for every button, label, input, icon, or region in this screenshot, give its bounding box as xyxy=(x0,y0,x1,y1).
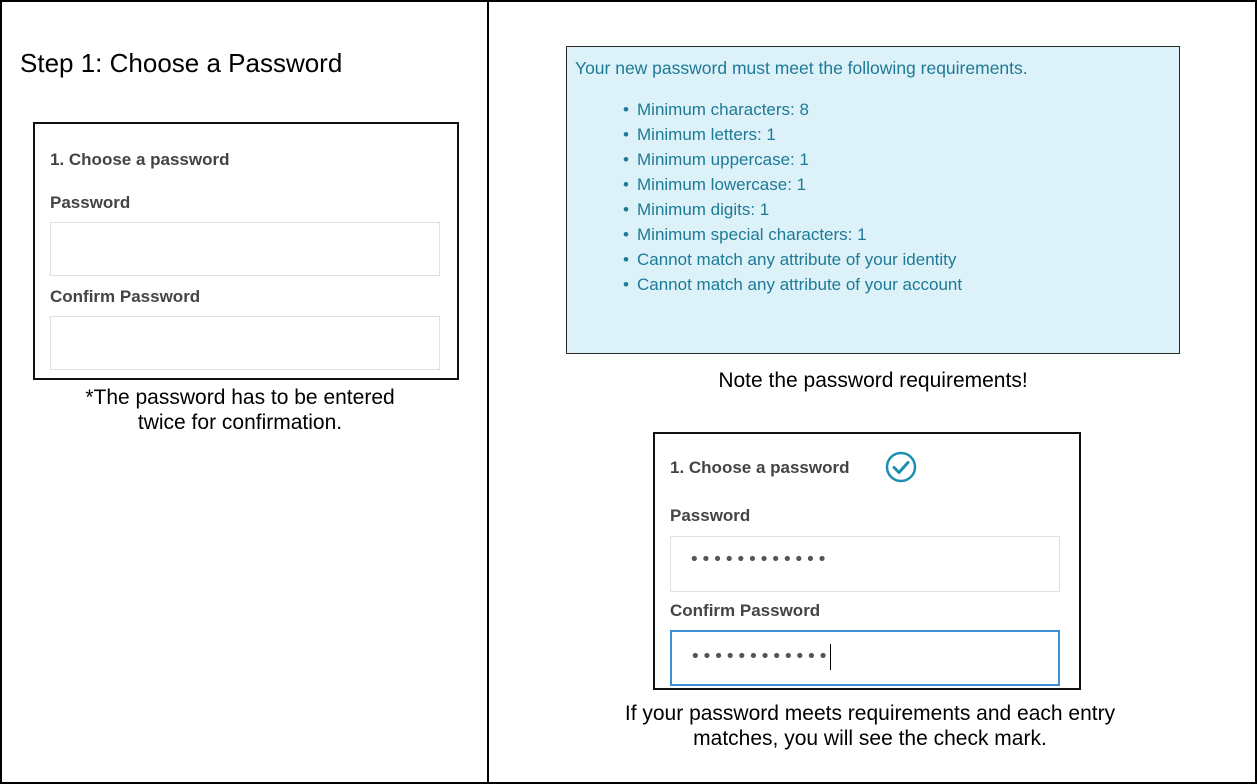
left-caption-line2: twice for confirmation. xyxy=(137,411,343,434)
requirement-item: Cannot match any attribute of your accou… xyxy=(623,272,962,297)
page-title: Step 1: Choose a Password xyxy=(20,48,343,78)
confirm-password-mask-text: •••••••••••• xyxy=(690,646,830,667)
password-label: Password xyxy=(670,506,751,525)
text-cursor xyxy=(830,644,832,670)
requirements-list: Minimum characters: 8 Minimum letters: 1… xyxy=(623,97,962,297)
column-divider xyxy=(487,0,489,784)
confirm-password-input[interactable]: •••••••••••• xyxy=(670,630,1060,686)
requirements-intro: Your new password must meet the followin… xyxy=(575,58,1028,78)
password-input[interactable] xyxy=(50,222,440,276)
requirement-item: Minimum characters: 8 xyxy=(623,97,962,122)
requirements-caption: Note the password requirements! xyxy=(718,369,1028,392)
right-caption: If your password meets requirements and … xyxy=(500,701,1240,751)
requirement-item: Minimum special characters: 1 xyxy=(623,222,962,247)
password-input[interactable]: •••••••••••• xyxy=(670,536,1060,592)
requirement-item: Minimum lowercase: 1 xyxy=(623,172,962,197)
check-circle-icon xyxy=(885,451,917,483)
requirement-item: Cannot match any attribute of your ident… xyxy=(623,247,962,272)
password-form-filled: 1. Choose a password Password ••••••••••… xyxy=(653,432,1081,690)
requirements-box: Your new password must meet the followin… xyxy=(566,46,1180,354)
password-label: Password xyxy=(50,193,131,212)
left-caption: *The password has to be entered twice fo… xyxy=(30,385,450,435)
requirement-item: Minimum digits: 1 xyxy=(623,197,962,222)
left-caption-line1: *The password has to be entered xyxy=(85,386,395,409)
password-mask: •••••••••••• xyxy=(689,549,829,570)
form-heading: 1. Choose a password xyxy=(50,150,230,169)
confirm-password-mask: •••••••••••• xyxy=(690,644,832,670)
form-heading: 1. Choose a password xyxy=(670,458,850,477)
right-caption-line1: If your password meets requirements and … xyxy=(624,702,1116,725)
confirm-password-input[interactable] xyxy=(50,316,440,370)
confirm-password-label: Confirm Password xyxy=(670,601,821,620)
requirement-item: Minimum letters: 1 xyxy=(623,122,962,147)
right-caption-line2: matches, you will see the check mark. xyxy=(693,727,1047,750)
requirement-item: Minimum uppercase: 1 xyxy=(623,147,962,172)
password-form-empty: 1. Choose a password Password Confirm Pa… xyxy=(33,122,459,380)
confirm-password-label: Confirm Password xyxy=(50,287,201,306)
